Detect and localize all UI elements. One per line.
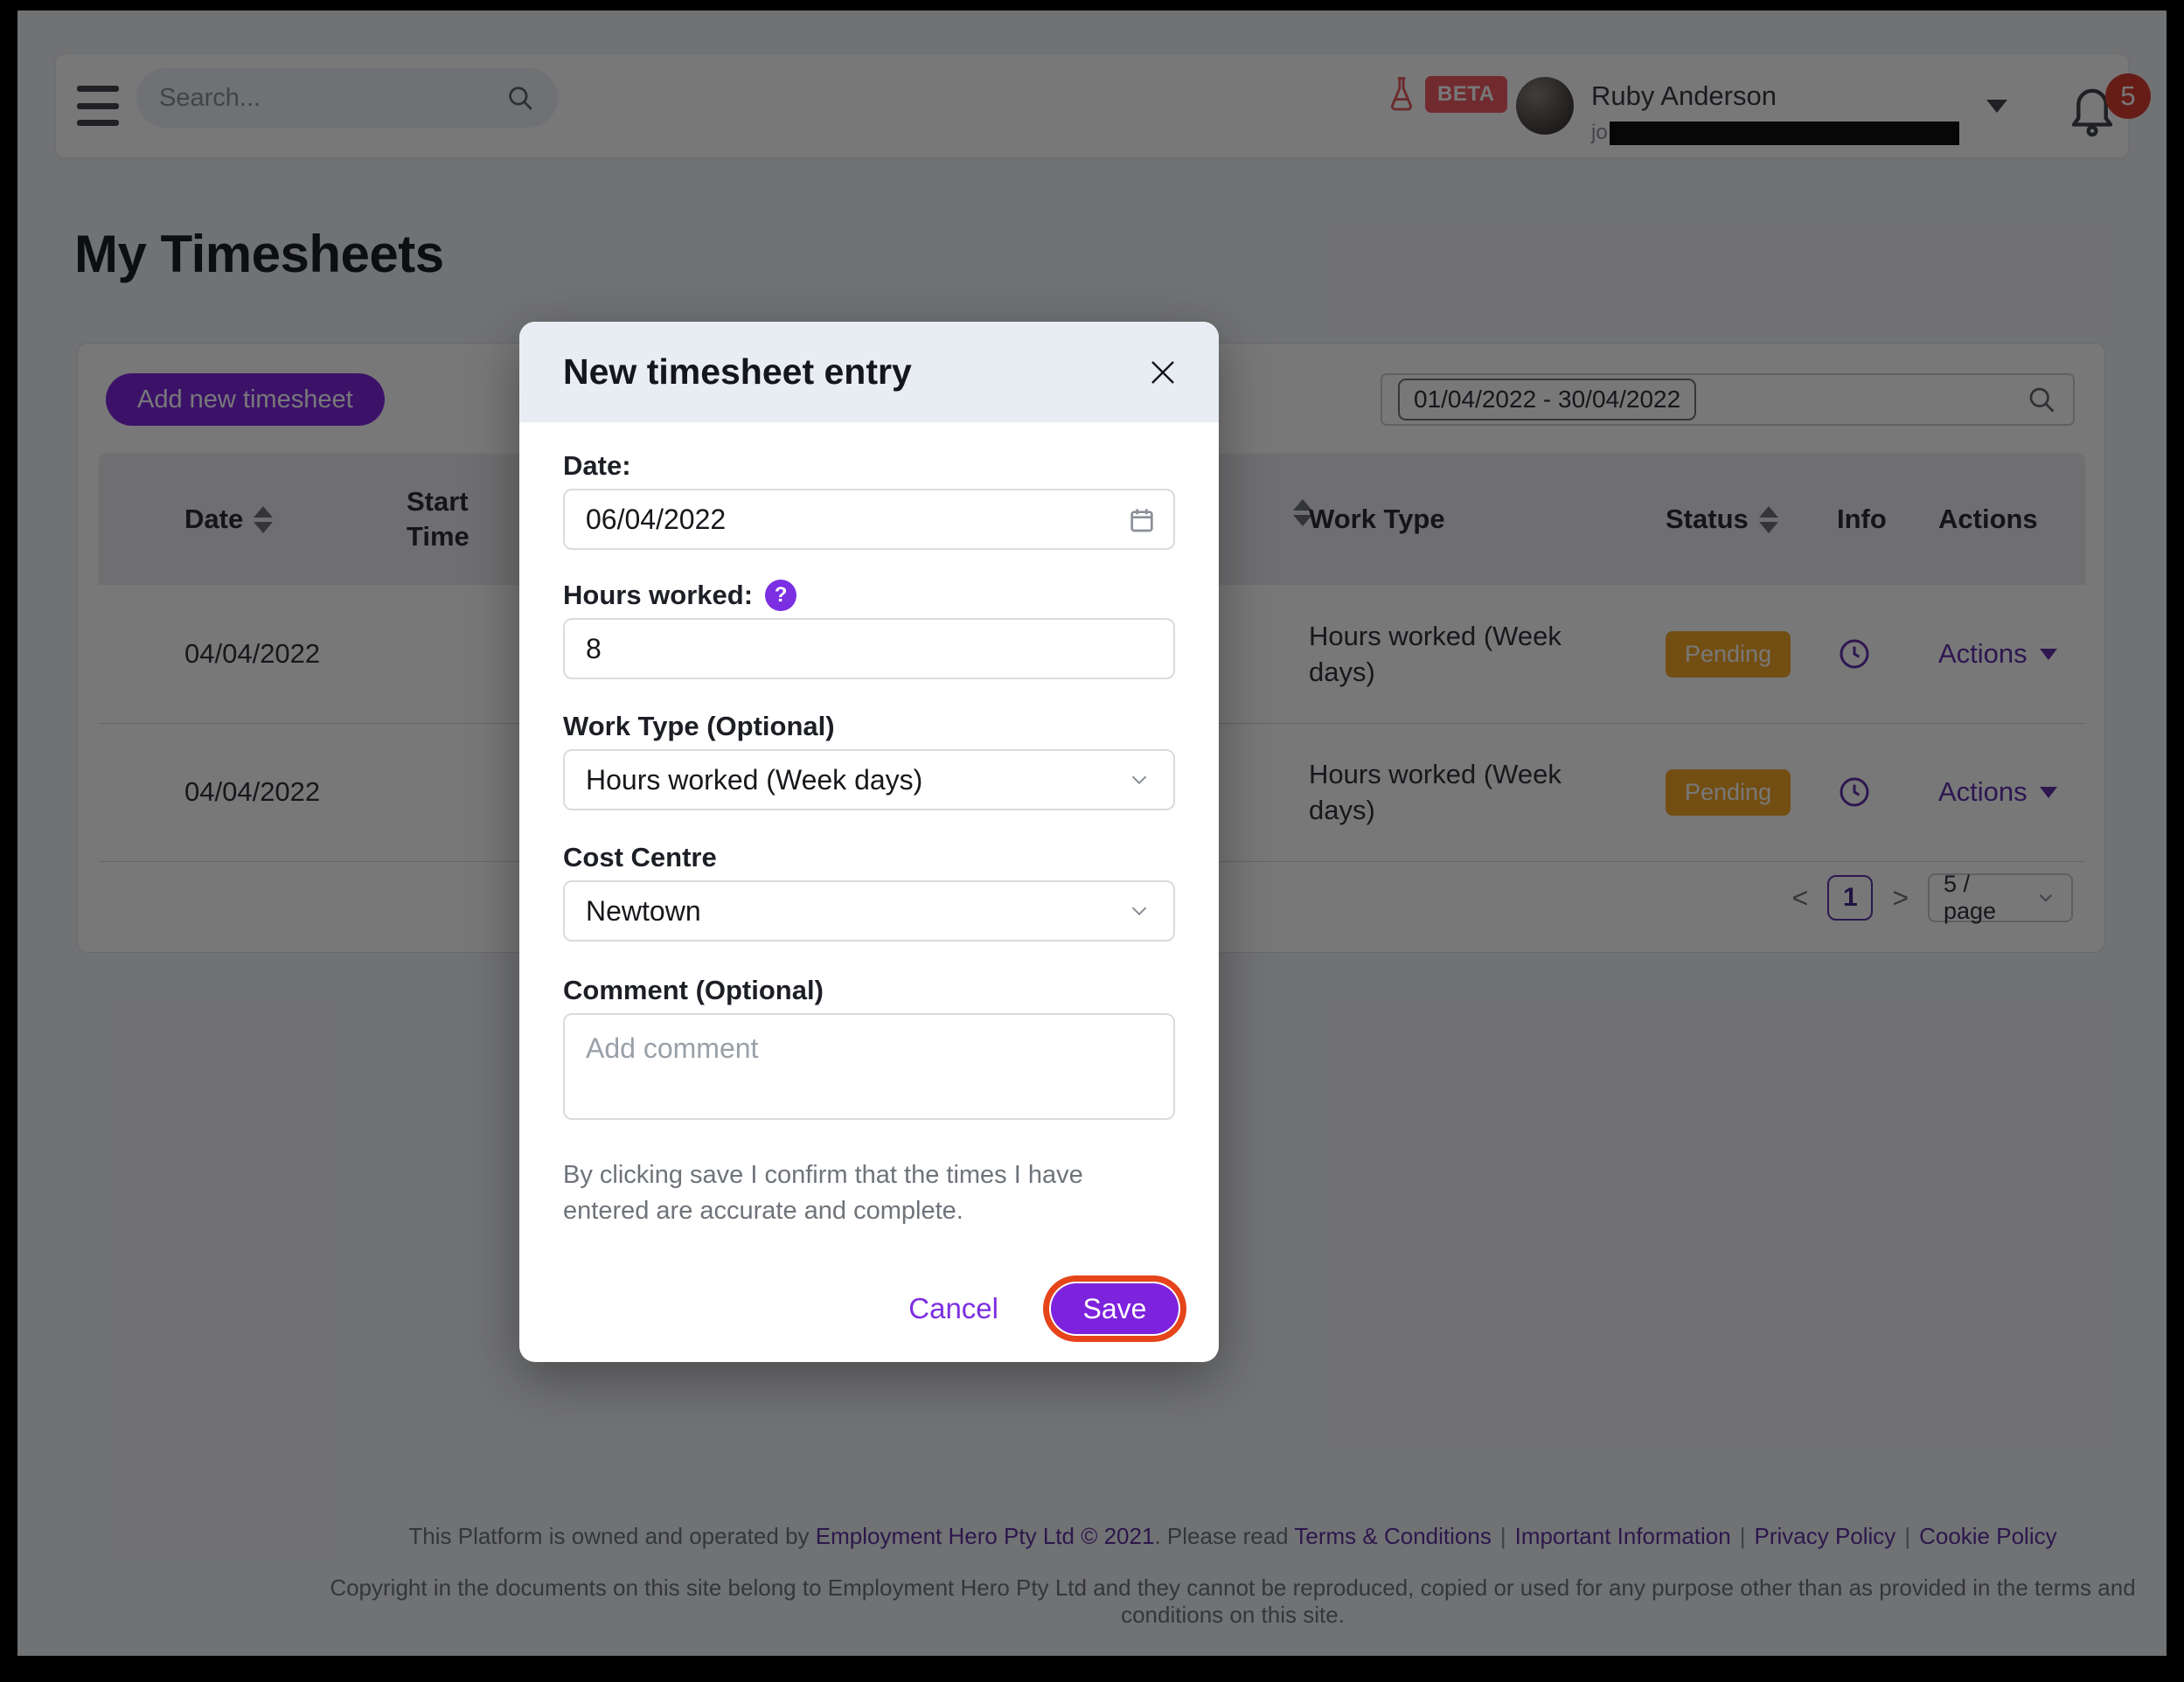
new-timesheet-entry-modal: New timesheet entry Date: Hours worked: … [519, 322, 1219, 1362]
hours-worked-field[interactable] [563, 618, 1175, 679]
save-disclaimer-text: By clicking save I confirm that the time… [563, 1157, 1158, 1229]
work-type-value: Hours worked (Week days) [586, 764, 922, 796]
cost-centre-select[interactable]: Newtown [563, 880, 1175, 942]
help-icon[interactable]: ? [765, 580, 796, 611]
work-type-label: Work Type (Optional) [563, 711, 1175, 742]
chevron-down-icon [1126, 767, 1152, 793]
modal-header: New timesheet entry [519, 322, 1219, 422]
comment-label: Comment (Optional) [563, 975, 1175, 1006]
hours-worked-label: Hours worked: ? [563, 580, 1175, 611]
chevron-down-icon [1126, 898, 1152, 924]
cost-centre-label: Cost Centre [563, 842, 1175, 873]
modal-title: New timesheet entry [563, 351, 912, 393]
cancel-button[interactable]: Cancel [908, 1292, 998, 1325]
calendar-icon[interactable] [1128, 506, 1156, 534]
modal-body: Date: Hours worked: ? Work Type (Optiona… [519, 450, 1219, 1229]
date-label: Date: [563, 450, 1175, 482]
modal-actions: Cancel Save [908, 1283, 1179, 1334]
comment-field[interactable] [563, 1013, 1175, 1120]
save-button[interactable]: Save [1051, 1283, 1179, 1334]
cost-centre-value: Newtown [586, 895, 701, 928]
close-icon[interactable] [1145, 355, 1180, 390]
date-field[interactable] [563, 489, 1175, 550]
work-type-select[interactable]: Hours worked (Week days) [563, 749, 1175, 810]
app-root: BETA Ruby Anderson jo 5 My Timesheets Ad… [0, 0, 2184, 1682]
